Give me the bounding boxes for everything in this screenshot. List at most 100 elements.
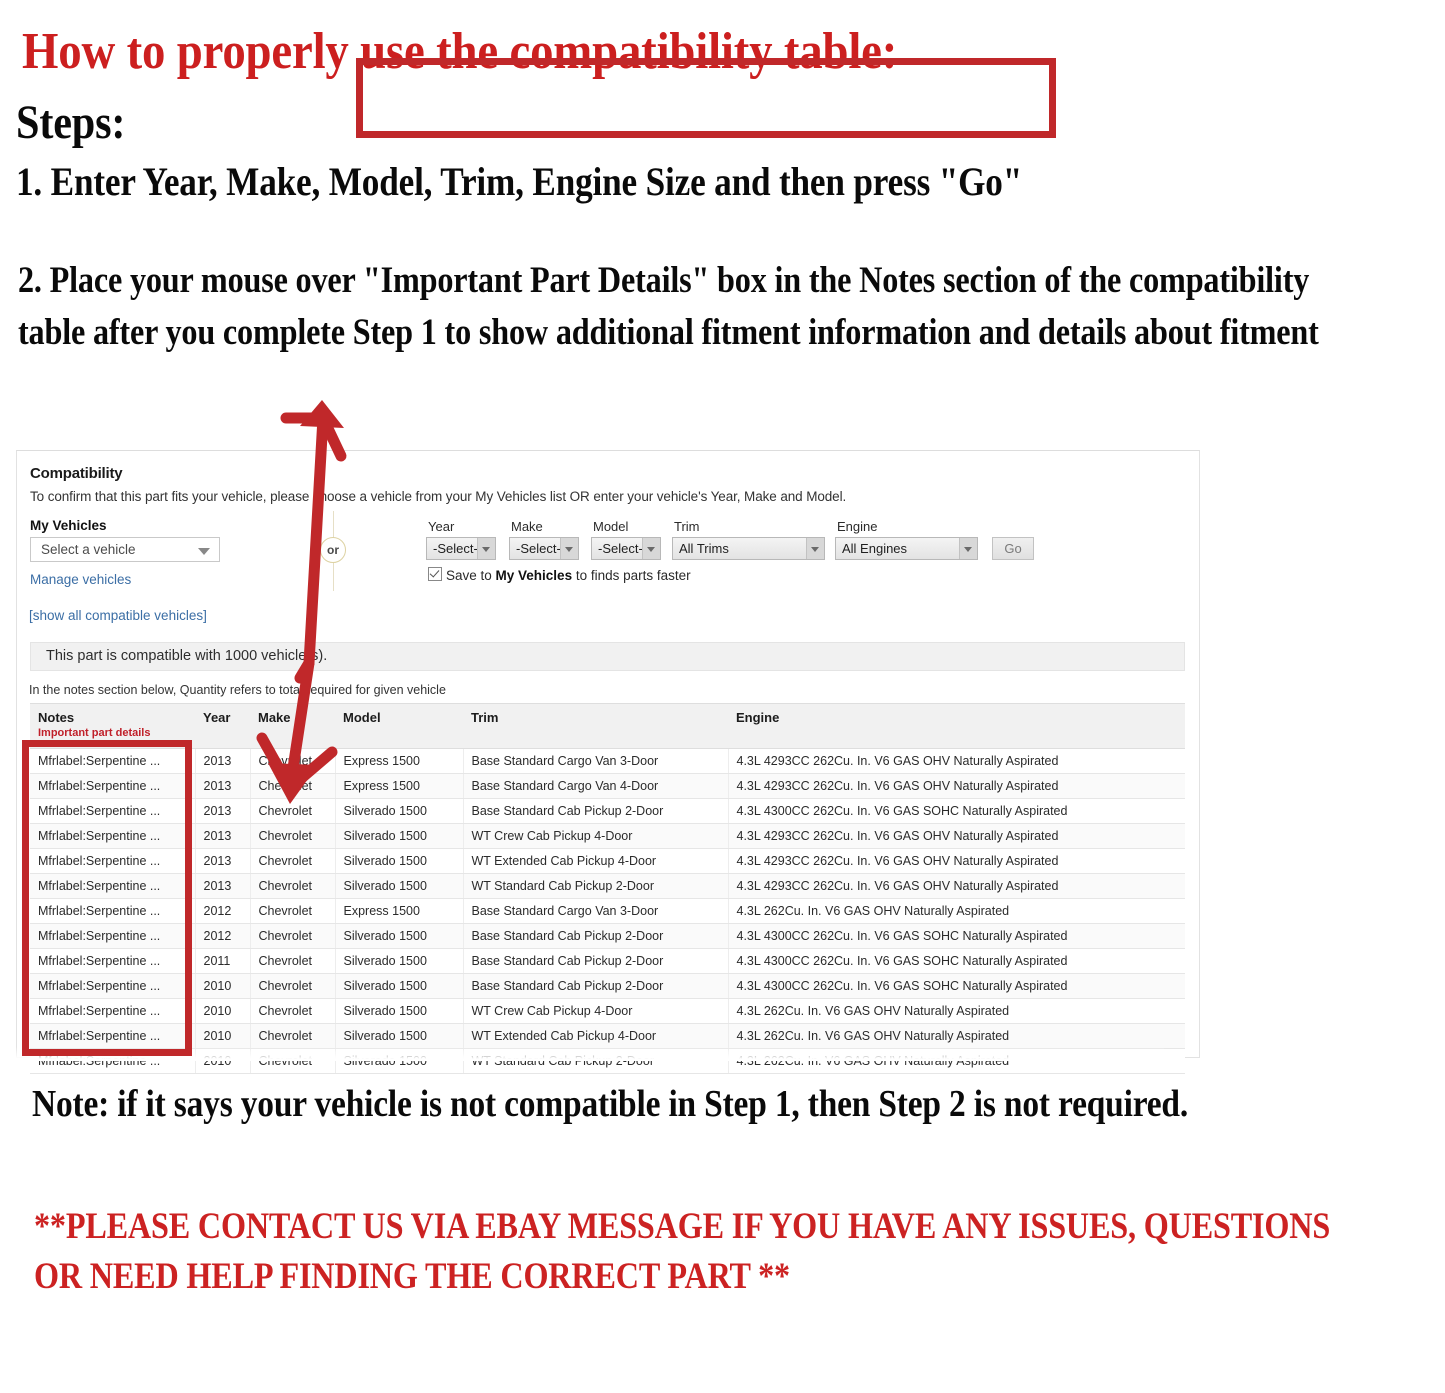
chevron-down-icon <box>198 548 210 555</box>
or-separator: or <box>320 511 348 591</box>
cell-make: Chevrolet <box>250 948 336 974</box>
cell-notes[interactable]: Mfrlabel:Serpentine ... <box>30 748 196 774</box>
cell-trim: Base Standard Cab Pickup 2-Door <box>463 923 729 949</box>
table-row: Mfrlabel:Serpentine ... 2013 Chevrolet Silv… <box>30 798 1185 824</box>
go-button[interactable]: Go <box>992 537 1034 560</box>
chevron-down-icon <box>806 538 824 559</box>
cell-trim: Base Standard Cab Pickup 2-Door <box>463 973 729 999</box>
model-label: Model <box>593 519 629 534</box>
cell-make: Chevrolet <box>250 873 336 899</box>
cell-notes[interactable]: Mfrlabel:Serpentine ... <box>30 823 196 849</box>
chevron-down-icon <box>959 538 977 559</box>
cell-make: Chevrolet <box>250 798 336 824</box>
my-vehicles-label: My Vehicles <box>30 518 107 533</box>
cell-trim: WT Extended Cab Pickup 4-Door <box>463 848 729 874</box>
cell-trim: Base Standard Cargo Van 3-Door <box>463 748 729 774</box>
table-row: Mfrlabel:Serpentine ... 2010 Chevrolet Silv… <box>30 998 1185 1024</box>
column-header-engine[interactable]: Engine <box>728 703 1185 749</box>
cell-engine: 4.3L 4300CC 262Cu. In. V6 GAS SOHC Natur… <box>728 973 1185 999</box>
table-row: Mfrlabel:Serpentine ... 2011 Chevrolet Silv… <box>30 948 1185 974</box>
cell-engine: 4.3L 4293CC 262Cu. In. V6 GAS OHV Natura… <box>728 873 1185 899</box>
cell-year: 2013 <box>195 848 251 874</box>
cell-notes[interactable]: Mfrlabel:Serpentine ... <box>30 773 196 799</box>
vehicle-select-dropdown[interactable]: Select a vehicle <box>30 537 220 562</box>
cell-year: 2013 <box>195 798 251 824</box>
manage-vehicles-link[interactable]: Manage vehicles <box>30 572 131 587</box>
cell-engine: 4.3L 262Cu. In. V6 GAS OHV Naturally Asp… <box>728 1048 1185 1074</box>
table-row: Mfrlabel:Serpentine ... 2013 Chevrolet Silv… <box>30 873 1185 899</box>
table-row: Mfrlabel:Serpentine ... 2010 Chevrolet Silv… <box>30 1048 1185 1074</box>
cell-year: 2010 <box>195 1048 251 1074</box>
cell-make: Chevrolet <box>250 748 336 774</box>
year-value: -Select- <box>433 541 478 556</box>
column-header-year[interactable]: Year <box>195 703 250 749</box>
cell-make: Chevrolet <box>250 973 336 999</box>
column-header-trim[interactable]: Trim <box>463 703 728 749</box>
engine-dropdown[interactable]: All Engines <box>835 537 978 560</box>
cell-model: Express 1500 <box>335 773 464 799</box>
engine-label: Engine <box>837 519 878 534</box>
cell-model: Silverado 1500 <box>335 1023 464 1049</box>
cell-engine: 4.3L 4300CC 262Cu. In. V6 GAS SOHC Natur… <box>728 923 1185 949</box>
model-dropdown[interactable]: -Select- <box>591 537 661 560</box>
cell-make: Chevrolet <box>250 998 336 1024</box>
column-header-model[interactable]: Model <box>335 703 463 749</box>
cell-notes[interactable]: Mfrlabel:Serpentine ... <box>30 873 196 899</box>
cell-trim: Base Standard Cargo Van 3-Door <box>463 898 729 924</box>
save-prefix-label: Save to <box>446 568 496 583</box>
cell-notes[interactable]: Mfrlabel:Serpentine ... <box>30 898 196 924</box>
make-dropdown[interactable]: -Select- <box>509 537 579 560</box>
cell-engine: 4.3L 262Cu. In. V6 GAS OHV Naturally Asp… <box>728 998 1185 1024</box>
show-all-compatible-vehicles-link[interactable]: [show all compatible vehicles] <box>29 608 207 623</box>
save-to-my-vehicles-checkbox[interactable] <box>428 567 442 581</box>
year-dropdown[interactable]: -Select- <box>426 537 496 560</box>
cell-notes[interactable]: Mfrlabel:Serpentine ... <box>30 848 196 874</box>
cell-notes[interactable]: Mfrlabel:Serpentine ... <box>30 798 196 824</box>
column-header-notes[interactable]: Notes Important part details <box>30 703 195 749</box>
cell-make: Chevrolet <box>250 1023 336 1049</box>
step-2-text: 2. Place your mouse over "Important Part… <box>18 260 1319 353</box>
cell-trim: Base Standard Cab Pickup 2-Door <box>463 948 729 974</box>
cell-make: Chevrolet <box>250 773 336 799</box>
save-suffix-label: to finds parts faster <box>572 568 691 583</box>
compatibility-heading: Compatibility <box>30 465 123 482</box>
cell-year: 2010 <box>195 973 251 999</box>
table-row: Mfrlabel:Serpentine ... 2013 Chevrolet Expr… <box>30 748 1185 774</box>
save-to-my-vehicles-row[interactable]: Save to My Vehicles to finds parts faste… <box>428 567 691 583</box>
trim-dropdown[interactable]: All Trims <box>672 537 825 560</box>
cell-notes[interactable]: Mfrlabel:Serpentine ... <box>30 973 196 999</box>
cell-notes[interactable]: Mfrlabel:Serpentine ... <box>30 1048 196 1074</box>
cell-model: Silverado 1500 <box>335 848 464 874</box>
cell-year: 2013 <box>195 773 251 799</box>
make-value: -Select- <box>516 541 561 556</box>
cell-notes[interactable]: Mfrlabel:Serpentine ... <box>30 923 196 949</box>
table-row: Mfrlabel:Serpentine ... 2013 Chevrolet Silv… <box>30 823 1185 849</box>
cell-notes[interactable]: Mfrlabel:Serpentine ... <box>30 1023 196 1049</box>
table-row: Mfrlabel:Serpentine ... 2010 Chevrolet Silv… <box>30 1023 1185 1049</box>
cell-year: 2012 <box>195 898 251 924</box>
cell-trim: Base Standard Cab Pickup 2-Door <box>463 798 729 824</box>
cell-model: Silverado 1500 <box>335 948 464 974</box>
cell-make: Chevrolet <box>250 1048 336 1074</box>
table-header-row: Notes Important part details Year Make M… <box>30 703 1185 749</box>
compatibility-panel: Compatibility To confirm that this part … <box>16 450 1200 1074</box>
cell-engine: 4.3L 262Cu. In. V6 GAS OHV Naturally Asp… <box>728 1023 1185 1049</box>
cell-engine: 4.3L 4300CC 262Cu. In. V6 GAS SOHC Natur… <box>728 948 1185 974</box>
cell-model: Silverado 1500 <box>335 923 464 949</box>
cell-year: 2013 <box>195 823 251 849</box>
cell-trim: Base Standard Cargo Van 4-Door <box>463 773 729 799</box>
cell-engine: 4.3L 4293CC 262Cu. In. V6 GAS OHV Natura… <box>728 773 1185 799</box>
cell-notes[interactable]: Mfrlabel:Serpentine ... <box>30 948 196 974</box>
cell-make: Chevrolet <box>250 823 336 849</box>
important-part-details-label: Important part details <box>38 727 151 739</box>
cell-year: 2010 <box>195 998 251 1024</box>
cell-trim: WT Crew Cab Pickup 4-Door <box>463 998 729 1024</box>
model-value: -Select- <box>598 541 643 556</box>
contact-text: **PLEASE CONTACT US VIA EBAY MESSAGE IF … <box>34 1206 1338 1297</box>
table-row: Mfrlabel:Serpentine ... 2013 Chevrolet Expr… <box>30 773 1185 799</box>
cell-model: Silverado 1500 <box>335 823 464 849</box>
engine-value: All Engines <box>842 541 908 556</box>
cell-notes[interactable]: Mfrlabel:Serpentine ... <box>30 998 196 1024</box>
column-header-make[interactable]: Make <box>250 703 335 749</box>
compatible-count-bar: This part is compatible with 1000 vehicl… <box>30 642 1185 671</box>
